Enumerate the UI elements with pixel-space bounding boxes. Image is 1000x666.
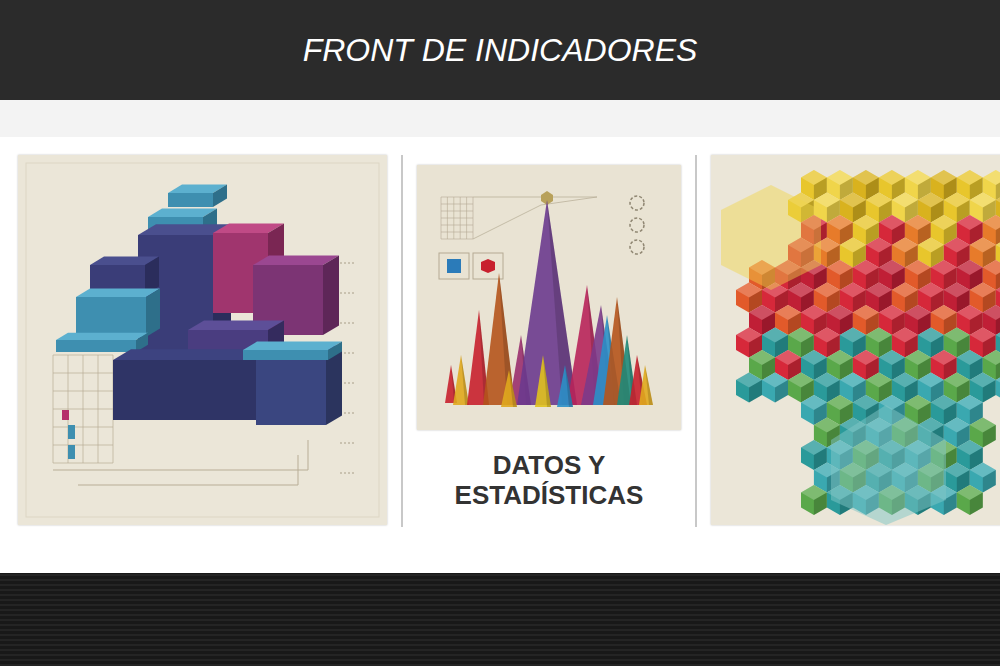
sub-bar	[0, 100, 1000, 137]
category-card[interactable]	[18, 155, 387, 525]
card-divider	[401, 155, 403, 527]
card-row: DATOS Y ESTADÍSTICAS	[18, 155, 1000, 527]
bottom-banner	[0, 573, 1000, 666]
page-title: FRONT DE INDICADORES	[303, 30, 698, 70]
top-bar: FRONT DE INDICADORES	[0, 0, 1000, 100]
category-card[interactable]: DATOS Y ESTADÍSTICAS	[417, 155, 681, 510]
card-divider	[695, 155, 697, 527]
category-card[interactable]	[711, 155, 1000, 525]
illustration	[18, 155, 387, 525]
illustration	[711, 155, 1000, 525]
illustration	[417, 165, 681, 430]
card-label[interactable]: DATOS Y ESTADÍSTICAS	[417, 450, 681, 510]
cards-section: DATOS Y ESTADÍSTICAS	[0, 137, 1000, 573]
page: FRONT DE INDICADORES DATOS Y ESTADÍSTICA…	[0, 0, 1000, 666]
